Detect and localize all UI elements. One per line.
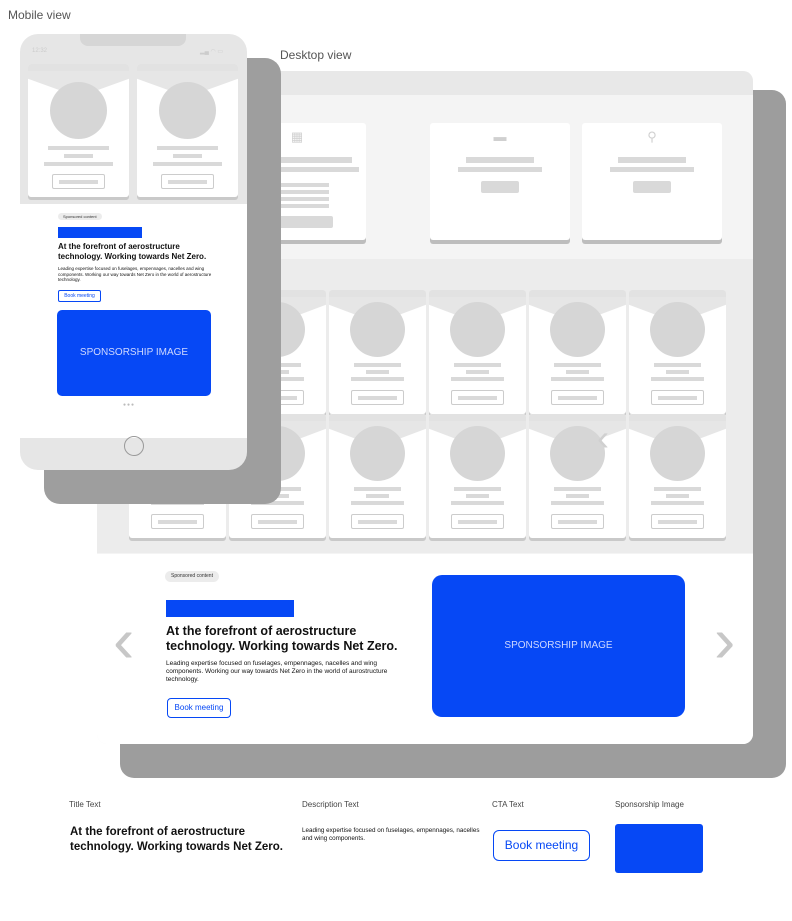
banner-description: Leading expertise focused on fuselages, … bbox=[166, 660, 388, 683]
sponsorship-banner: ‹ Sponsored content At the forefront of … bbox=[97, 554, 753, 744]
exhibitor-card[interactable] bbox=[529, 414, 626, 538]
tile-call-number[interactable]: ▬ bbox=[430, 123, 570, 240]
start-networking-button[interactable] bbox=[633, 181, 671, 193]
building-icon: ▦ bbox=[290, 129, 304, 144]
pagination-dots[interactable]: ●●● bbox=[123, 402, 135, 408]
tile-start-networking[interactable]: ⚲ bbox=[582, 123, 722, 240]
call-number-button[interactable] bbox=[481, 181, 519, 193]
sponsor-logo bbox=[166, 600, 294, 617]
legend-title: At the forefront of aerostructure techno… bbox=[70, 826, 283, 853]
status-time: 12:32 bbox=[32, 48, 48, 54]
sponsored-badge: Sponsored content bbox=[165, 571, 219, 582]
sponsorship-image: SPONSORSHIP IMAGE bbox=[432, 575, 685, 717]
mobile-description: Leading expertise focused on fuselages, … bbox=[58, 266, 212, 282]
mobile-sponsorship-section: Sponsored content At the forefront of ae… bbox=[20, 204, 247, 438]
banner-title: At the forefront of aerostructure techno… bbox=[166, 624, 398, 653]
mobile-sponsorship-image: SPONSORSHIP IMAGE bbox=[57, 310, 211, 396]
exhibitor-card[interactable] bbox=[529, 290, 626, 414]
chevron-right-icon[interactable]: › bbox=[714, 608, 735, 672]
phone-frame: 12:32 ▂▄ ◠ ▭ Sponsored content At the fo… bbox=[20, 34, 247, 470]
sms-icon: ▬ bbox=[493, 129, 507, 144]
legend-sponsorship-image bbox=[615, 824, 703, 873]
search-icon: ⚲ bbox=[647, 129, 657, 144]
mobile-view-label: Mobile view bbox=[8, 8, 71, 22]
sponsor-logo bbox=[58, 227, 142, 238]
legend-image-label: Sponsorship Image bbox=[615, 800, 684, 809]
exhibitor-card[interactable] bbox=[629, 414, 726, 538]
mobile-book-meeting-button[interactable]: Book meeting bbox=[58, 290, 101, 302]
mobile-exhibitor-card[interactable] bbox=[28, 64, 129, 197]
legend-description-label: Description Text bbox=[302, 800, 359, 809]
mobile-exhibitor-card[interactable] bbox=[137, 64, 238, 197]
desktop-view-label: Desktop view bbox=[280, 48, 352, 62]
legend-cta-button[interactable]: Book meeting bbox=[493, 830, 590, 861]
exhibitor-card[interactable] bbox=[629, 290, 726, 414]
exhibitor-card[interactable] bbox=[329, 290, 426, 414]
home-button[interactable] bbox=[124, 436, 144, 456]
chevron-left-icon[interactable]: ‹ bbox=[113, 608, 134, 672]
grid-chevron-icon[interactable]: ‹ bbox=[597, 415, 609, 461]
mobile-title: At the forefront of aerostructure techno… bbox=[58, 242, 207, 261]
status-icons: ▂▄ ◠ ▭ bbox=[200, 49, 224, 55]
exhibitor-card[interactable] bbox=[429, 290, 526, 414]
legend-description: Leading expertise focused on fuselages, … bbox=[302, 827, 480, 842]
phone-notch bbox=[80, 34, 186, 46]
legend-cta-label: CTA Text bbox=[492, 800, 524, 809]
exhibitor-card[interactable] bbox=[429, 414, 526, 538]
exhibitor-card[interactable] bbox=[329, 414, 426, 538]
sponsored-badge: Sponsored content bbox=[58, 213, 102, 220]
legend-title-label: Title Text bbox=[69, 800, 101, 809]
book-meeting-button[interactable]: Book meeting bbox=[167, 698, 231, 718]
